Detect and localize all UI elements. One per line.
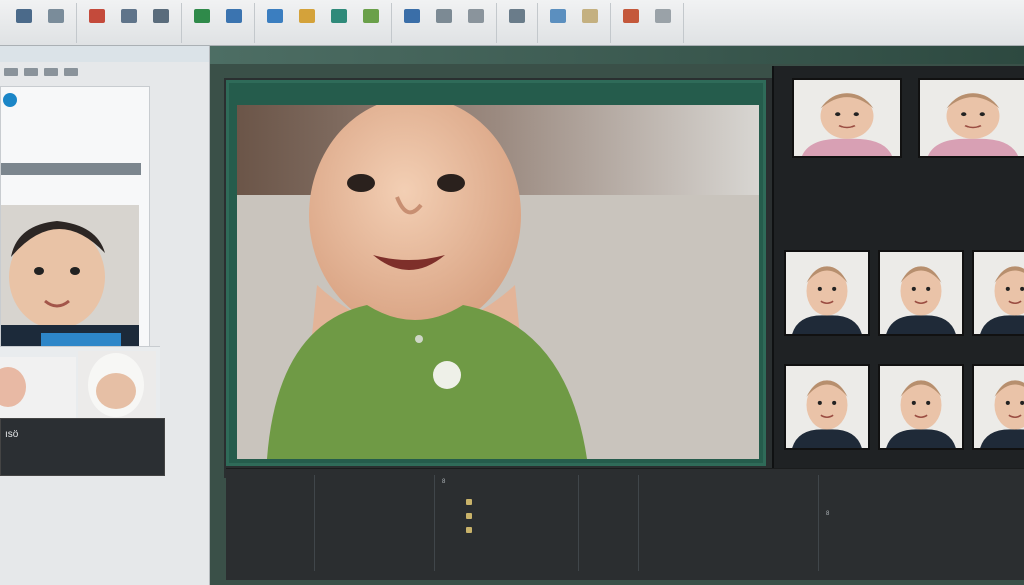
left-panel-header — [0, 46, 209, 62]
ribbon-button[interactable] — [462, 5, 490, 41]
gallery-thumbnail[interactable] — [792, 78, 902, 158]
ribbon-button[interactable] — [398, 5, 426, 41]
ribbon-group — [611, 2, 684, 43]
thumbnail-images[interactable] — [0, 347, 160, 427]
ribbon-button[interactable] — [430, 5, 458, 41]
tool-icon[interactable] — [4, 68, 18, 76]
ribbon-tool-icon — [468, 8, 484, 23]
ribbon-tool-icon — [623, 8, 639, 23]
ribbon-tool-icon — [363, 8, 379, 23]
ribbon-button[interactable] — [83, 5, 111, 41]
ribbon-group — [392, 2, 497, 43]
ribbon-tool-icon — [509, 8, 525, 23]
ribbon-button[interactable] — [10, 5, 38, 41]
ribbon-tool-icon — [153, 8, 169, 23]
left-panel: ısö — [0, 46, 210, 585]
ribbon-group — [497, 2, 538, 43]
property-cell: 8 — [442, 479, 446, 485]
ribbon-tool-icon — [267, 8, 283, 23]
baby-face-thumb — [974, 252, 1024, 334]
column-divider — [434, 475, 435, 571]
baby-portrait-photo — [237, 105, 759, 459]
card-tag — [1, 163, 141, 175]
ribbon-tool-icon — [331, 8, 347, 23]
ribbon-button[interactable] — [261, 5, 289, 41]
viewer-toolbar — [229, 83, 763, 103]
photo-gallery — [772, 66, 1024, 486]
left-panel-tools — [0, 62, 209, 82]
ribbon-button[interactable] — [325, 5, 353, 41]
baby-face-thumb — [786, 252, 868, 334]
gallery-thumbnail[interactable] — [972, 250, 1024, 336]
ribbon-group — [255, 2, 392, 43]
ribbon-tool-icon — [436, 8, 452, 23]
property-icon[interactable] — [466, 513, 472, 519]
column-divider — [314, 475, 315, 571]
property-cell: 8 — [826, 511, 830, 517]
ribbon-tool-icon — [655, 8, 671, 23]
left-info-panel: ısö — [0, 418, 165, 476]
ribbon-button[interactable] — [147, 5, 175, 41]
gallery-thumbnail[interactable] — [878, 364, 964, 450]
gallery-thumbnail[interactable] — [918, 78, 1024, 158]
ribbon-toolbar — [0, 0, 1024, 46]
workspace-title-bar — [210, 46, 1024, 64]
gallery-thumbnail[interactable] — [878, 250, 964, 336]
ribbon-button[interactable] — [617, 5, 645, 41]
ribbon-group — [538, 2, 611, 43]
ribbon-button[interactable] — [357, 5, 385, 41]
tool-icon[interactable] — [64, 68, 78, 76]
ribbon-tool-icon — [299, 8, 315, 23]
ribbon-button[interactable] — [188, 5, 216, 41]
ribbon-tool-icon — [48, 8, 64, 23]
column-divider — [638, 475, 639, 571]
properties-panel: 88 — [226, 468, 1024, 580]
ribbon-tool-icon — [550, 8, 566, 23]
ribbon-button[interactable] — [220, 5, 248, 41]
column-divider — [818, 475, 819, 571]
ribbon-tool-icon — [121, 8, 137, 23]
ribbon-tool-icon — [582, 8, 598, 23]
thumbnail-strip — [0, 346, 160, 426]
baby-face-thumb — [974, 366, 1024, 448]
ribbon-tool-icon — [89, 8, 105, 23]
ribbon-group — [77, 2, 182, 43]
baby-face-thumb — [794, 80, 900, 156]
tool-icon[interactable] — [24, 68, 38, 76]
ribbon-tool-icon — [226, 8, 242, 23]
ribbon-button[interactable] — [42, 5, 70, 41]
ribbon-button[interactable] — [293, 5, 321, 41]
ribbon-button[interactable] — [115, 5, 143, 41]
baby-face-thumb — [786, 366, 868, 448]
info-heading: ısö — [5, 429, 19, 440]
ribbon-tool-icon — [404, 8, 420, 23]
property-icon[interactable] — [466, 527, 472, 533]
baby-face-thumb — [920, 80, 1024, 156]
ribbon-button[interactable] — [544, 5, 572, 41]
ribbon-group — [4, 2, 77, 43]
document-preview-card[interactable] — [0, 86, 150, 366]
image-viewer[interactable] — [226, 80, 766, 466]
ribbon-button[interactable] — [576, 5, 604, 41]
property-icon[interactable] — [466, 499, 472, 505]
gallery-thumbnail[interactable] — [784, 250, 870, 336]
tool-icon[interactable] — [44, 68, 58, 76]
ribbon-group — [182, 2, 255, 43]
baby-face-thumb — [880, 252, 962, 334]
column-divider — [578, 475, 579, 571]
ribbon-button[interactable] — [503, 5, 531, 41]
brand-logo-icon — [3, 93, 17, 107]
ribbon-button[interactable] — [649, 5, 677, 41]
ribbon-tool-icon — [194, 8, 210, 23]
gallery-thumbnail[interactable] — [784, 364, 870, 450]
gallery-thumbnail[interactable] — [972, 364, 1024, 450]
ribbon-tool-icon — [16, 8, 32, 23]
baby-face-thumb — [880, 366, 962, 448]
baby-photo-thumbnail — [1, 205, 139, 355]
